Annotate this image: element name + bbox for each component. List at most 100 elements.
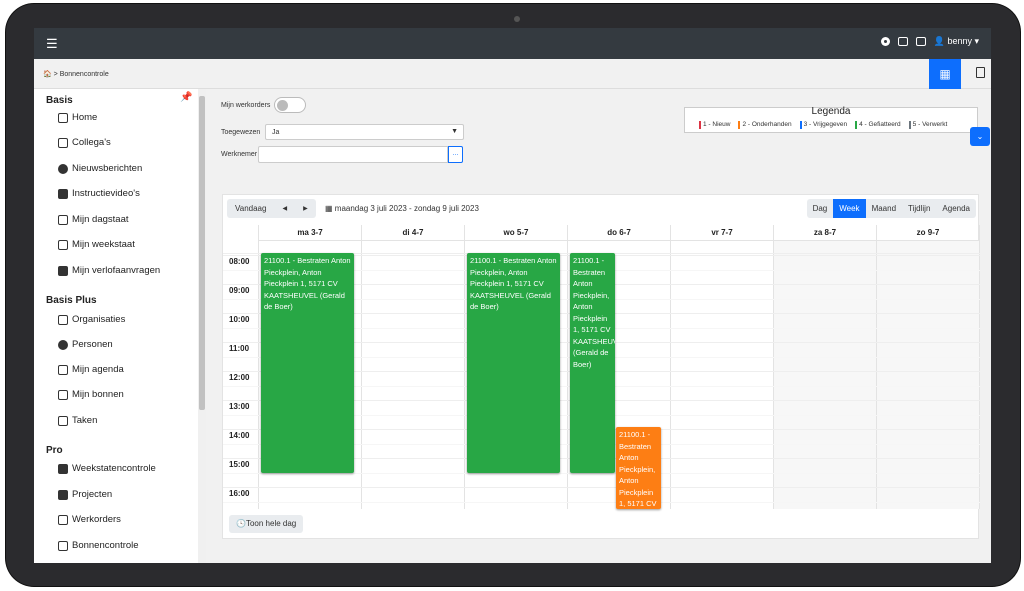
sidebar-item-mijn-agenda[interactable]: Mijn agenda <box>58 364 124 375</box>
sidebar-item-mijn-verlofaanvragen[interactable]: Mijn verlofaanvragen <box>58 265 160 276</box>
inbox-icon <box>58 463 68 474</box>
sidebar-item-label: Collega's <box>72 137 111 148</box>
calendar-event[interactable]: 21100.1 - Bestraten Anton Pieckplein, An… <box>467 253 560 473</box>
sidebar-item-collegas[interactable]: Collega's <box>58 137 111 148</box>
breadcrumb[interactable]: 🏠 > Bonnencontrole <box>43 70 109 78</box>
mijn-werkorders-label: Mijn werkorders <box>221 102 271 109</box>
clipboard-icon <box>58 214 68 225</box>
theme-toggle-icon[interactable] <box>880 37 890 46</box>
calendar-event[interactable]: 21100.1 - Bestraten Anton Pieckplein, An… <box>570 253 615 473</box>
day-header[interactable]: di 4-7 <box>362 225 465 241</box>
werknemer-input[interactable] <box>258 146 448 163</box>
legenda-collapse-button[interactable]: ⌄ <box>970 127 990 146</box>
sidebar-item-label: Organisaties <box>72 314 126 325</box>
legenda-item: 2 - Onderhanden <box>738 121 792 129</box>
sidebar-item-werkorders[interactable]: Werkorders <box>58 514 121 525</box>
day-column[interactable] <box>671 241 774 509</box>
sidebar-item-label: Mijn bonnen <box>72 389 124 400</box>
camera <box>514 16 520 22</box>
calendar: Vandaag ◀ ▶ ▦ maandag 3 juli 2023 - zond… <box>222 194 980 539</box>
sidebar-item-weekstatencontrole[interactable]: Weekstatencontrole <box>58 463 156 474</box>
sidebar-item-label: Personen <box>72 339 113 350</box>
day-header[interactable]: zo 9-7 <box>877 225 980 241</box>
section-pro: Pro <box>46 445 63 456</box>
day-column[interactable] <box>877 241 980 509</box>
sidebar-item-label: Mijn weekstaat <box>72 239 135 250</box>
day-column[interactable] <box>362 241 465 509</box>
view-maand-button[interactable]: Maand <box>866 199 902 218</box>
day-column[interactable] <box>774 241 877 509</box>
user-menu[interactable]: 👤 benny ▾ <box>934 36 979 47</box>
pin-icon[interactable]: 📌 <box>180 92 192 103</box>
sidebar-item-label: Instructievideo's <box>72 188 140 199</box>
sidebar-item-mijn-weekstaat[interactable]: Mijn weekstaat <box>58 239 135 250</box>
view-agenda-button[interactable]: Agenda <box>936 199 976 218</box>
toegewezen-value: Ja <box>272 129 280 136</box>
time-label: 09:00 <box>229 286 250 295</box>
sidebar-item-mijn-dagstaat[interactable]: Mijn dagstaat <box>58 214 129 225</box>
news-icon[interactable] <box>915 37 926 46</box>
sidebar-item-nieuwsberichten[interactable]: Nieuwsberichten <box>58 163 142 174</box>
view-dag-button[interactable]: Dag <box>807 199 834 218</box>
boxes-icon <box>58 489 68 500</box>
mijn-werkorders-toggle[interactable] <box>274 97 306 113</box>
workorder-icon <box>58 514 68 525</box>
sidebar-item-bonnencontrole[interactable]: Bonnencontrole <box>58 540 139 551</box>
toegewezen-label: Toegewezen <box>221 129 261 136</box>
time-label: 10:00 <box>229 315 250 324</box>
view-week-button[interactable]: Week <box>833 199 866 218</box>
exit-icon <box>58 265 68 276</box>
half-hour-line <box>223 472 980 474</box>
people-icon <box>58 339 68 350</box>
day-header[interactable]: do 6-7 <box>568 225 671 241</box>
building-icon <box>58 314 68 325</box>
sidebar-item-label: Weekstatencontrole <box>72 463 156 474</box>
werknemer-lookup-button[interactable]: ... <box>448 146 463 163</box>
toon-hele-dag-button[interactable]: 🕓Toon hele dag <box>229 515 304 533</box>
day-header[interactable]: za 8-7 <box>774 225 877 241</box>
legenda-item: 3 - Vrijgegeven <box>799 121 847 129</box>
sidebar-item-label: Nieuwsberichten <box>72 163 143 174</box>
sidebar-scrollbar-thumb[interactable] <box>199 96 205 410</box>
sidebar-item-home[interactable]: Home <box>58 112 97 123</box>
sidebar-item-taken[interactable]: Taken <box>58 415 97 426</box>
calendar-view-button[interactable]: ▦ <box>929 59 961 89</box>
calendar-event[interactable]: 21100.1 - Bestraten Anton Pieckplein, An… <box>616 427 661 509</box>
calendar-icon <box>58 364 68 375</box>
receipt-check-icon <box>58 540 68 551</box>
date-range: ▦ maandag 3 juli 2023 - zondag 9 juli 20… <box>325 204 479 213</box>
day-header[interactable]: ma 3-7 <box>259 225 362 241</box>
sidebar-item-personen[interactable]: Personen <box>58 339 113 350</box>
username: benny <box>947 36 972 46</box>
caret-down-icon: ▼ <box>451 128 458 135</box>
sidebar-item-mijn-bonnen[interactable]: Mijn bonnen <box>58 389 124 400</box>
sidebar-item-label: Projecten <box>72 489 113 500</box>
messages-icon[interactable] <box>897 37 908 46</box>
calendar-toolbar: Vandaag ◀ ▶ ▦ maandag 3 juli 2023 - zond… <box>223 195 980 225</box>
sidebar-item-label: Mijn verlofaanvragen <box>72 265 161 276</box>
time-label: 13:00 <box>229 402 250 411</box>
list-view-icon[interactable] <box>976 67 985 78</box>
day-header[interactable]: vr 7-7 <box>671 225 774 241</box>
contacts-icon <box>58 137 68 148</box>
week-grid: ma 3-7 di 4-7 wo 5-7 do 6-7 vr 7-7 za 8-7 zo 9… <box>223 225 980 509</box>
time-label: 11:00 <box>229 344 250 353</box>
calendar-event[interactable]: 21100.1 - Bestraten Anton Pieckplein, An… <box>261 253 354 473</box>
hamburger-menu-icon[interactable]: ☰ <box>46 37 58 50</box>
today-button[interactable]: Vandaag <box>227 204 274 213</box>
prev-button[interactable]: ◀ <box>274 205 295 212</box>
day-header[interactable]: wo 5-7 <box>465 225 568 241</box>
time-label: 12:00 <box>229 373 250 382</box>
sidebar-item-instructievideos[interactable]: Instructievideo's <box>58 188 140 199</box>
main-content: Mijn werkorders Toegewezen Ja ▼ Werknemer… <box>206 89 991 563</box>
next-button[interactable]: ▶ <box>295 205 316 212</box>
time-label: 15:00 <box>229 460 250 469</box>
view-tijdlijn-button[interactable]: Tijdlijn <box>902 199 936 218</box>
sidebar-item-label: Werkorders <box>72 514 121 525</box>
toegewezen-select[interactable]: Ja ▼ <box>265 124 464 140</box>
half-hour-line <box>223 501 980 503</box>
sidebar-item-organisaties[interactable]: Organisaties <box>58 314 125 325</box>
app-screen: ☰ 👤 benny ▾ 🏠 > Bonnencontrole ▦ Basis 📌… <box>34 28 991 563</box>
calendar-icon: ▦ <box>325 204 335 213</box>
sidebar-item-projecten[interactable]: Projecten <box>58 489 112 500</box>
